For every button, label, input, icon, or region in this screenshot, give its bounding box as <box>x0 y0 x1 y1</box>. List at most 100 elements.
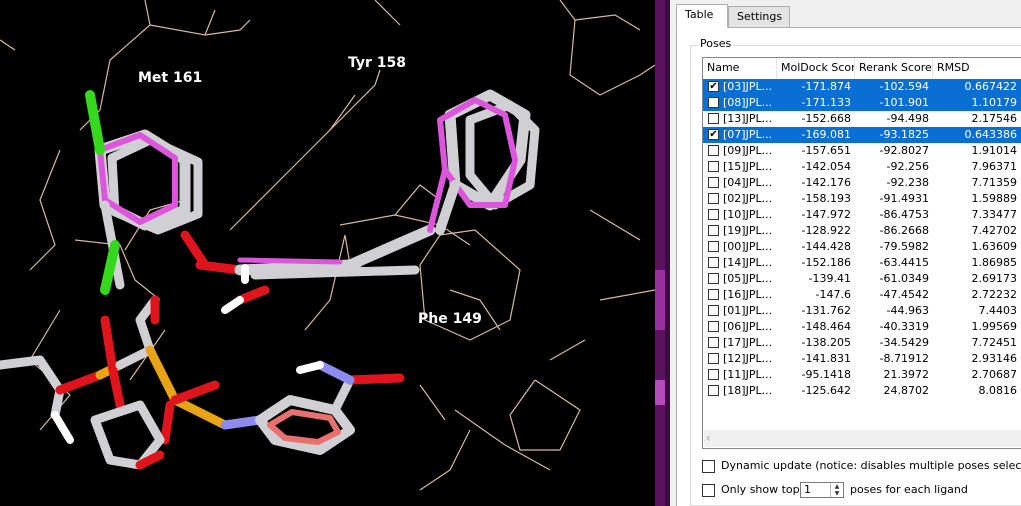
tab-settings[interactable]: Settings <box>728 6 790 28</box>
table-row[interactable]: [19]JPL... -128.922 -86.2668 7.42702 <box>703 223 1021 239</box>
rerank-score: -101.901 <box>879 96 929 109</box>
pose-name: [10]JPL... <box>723 208 773 221</box>
table-row[interactable]: [01]JPL... -131.762 -44.963 7.4403 <box>703 303 1021 319</box>
row-checkbox[interactable]: ✔ <box>708 81 719 92</box>
pose-name: [14]JPL... <box>723 256 773 269</box>
moldock-score: -128.922 <box>801 224 851 237</box>
table-row[interactable]: [13]JPL... -152.668 -94.498 2.17546 <box>703 111 1021 127</box>
row-checkbox[interactable] <box>708 177 719 188</box>
splitter[interactable] <box>655 0 670 506</box>
table-row[interactable]: [05]JPL... -139.41 -61.0349 2.69173 <box>703 271 1021 287</box>
top-count-value[interactable]: 1 <box>804 483 811 497</box>
cofactor <box>0 295 405 470</box>
poses-suffix-label: poses for each ligand <box>850 483 968 496</box>
row-checkbox[interactable] <box>708 241 719 252</box>
only-show-top-option[interactable]: Only show top <box>702 482 800 498</box>
table-row[interactable]: [16]JPL... -147.6 -47.4542 2.72232 <box>703 287 1021 303</box>
row-checkbox[interactable] <box>708 289 719 300</box>
pose-name: [12]JPL... <box>723 352 773 365</box>
row-checkbox[interactable] <box>708 225 719 236</box>
rerank-score: -44.963 <box>886 304 929 317</box>
ligand-linker <box>195 224 436 314</box>
moldock-score: -142.176 <box>801 176 851 189</box>
row-checkbox[interactable] <box>708 97 719 108</box>
table-row[interactable]: [12]JPL... -141.831 -8.71912 2.93146 <box>703 351 1021 367</box>
table-row[interactable]: [14]JPL... -152.186 -63.4415 1.86985 <box>703 255 1021 271</box>
rerank-score: -91.4931 <box>879 192 929 205</box>
table-row[interactable]: [02]JPL... -158.193 -91.4931 1.59889 <box>703 191 1021 207</box>
residue-label-phe149: Phe 149 <box>418 311 482 327</box>
splitter-graphic <box>655 0 670 506</box>
row-checkbox[interactable] <box>708 385 719 396</box>
row-checkbox[interactable] <box>708 257 719 268</box>
tab-table[interactable]: Table <box>676 4 728 28</box>
rerank-score: -86.2668 <box>879 224 929 237</box>
horizontal-scrollbar[interactable]: ‹ <box>704 430 1021 447</box>
rerank-score: -63.4415 <box>879 256 929 269</box>
rmsd-value: 2.70687 <box>971 368 1018 381</box>
dynamic-update-checkbox[interactable] <box>702 459 715 473</box>
rmsd-value: 1.59889 <box>971 192 1018 205</box>
rmsd-value: 1.86985 <box>971 256 1018 269</box>
rmsd-value: 7.4403 <box>978 304 1018 317</box>
scroll-left-icon[interactable]: ‹ <box>706 430 718 447</box>
row-checkbox[interactable] <box>708 353 719 364</box>
table-row[interactable]: [00]JPL... -144.428 -79.5982 1.63609 <box>703 239 1021 255</box>
rerank-score: -92.238 <box>886 176 929 189</box>
residue-label-met161: Met 161 <box>138 70 203 86</box>
row-checkbox[interactable] <box>708 273 719 284</box>
row-checkbox[interactable] <box>708 305 719 316</box>
table-row[interactable]: [17]JPL... -138.205 -34.5429 7.72451 <box>703 335 1021 351</box>
table-row[interactable]: [08]JPL... -171.133 -101.901 1.10179 <box>703 95 1021 111</box>
row-checkbox[interactable] <box>708 321 719 332</box>
pose-name: [15]JPL... <box>723 160 773 173</box>
moldock-score: -147.6 <box>815 288 851 301</box>
column-header-rmsd[interactable]: RMSD <box>933 58 1021 78</box>
row-checkbox[interactable] <box>708 113 719 124</box>
column-header-name[interactable]: Name <box>703 58 777 78</box>
top-count-stepper[interactable]: 1 ▲ ▼ <box>800 482 844 498</box>
column-header-moldock-score[interactable]: MolDock Score <box>777 58 855 78</box>
pose-name: [01]JPL... <box>723 304 773 317</box>
rmsd-value: 0.667422 <box>964 80 1018 93</box>
moldock-score: -144.428 <box>801 240 851 253</box>
moldock-score: -147.972 <box>801 208 851 221</box>
molecule-scene[interactable] <box>0 0 655 506</box>
table-row[interactable]: ✔ [07]JPL... -169.081 -93.1825 0.643386 <box>703 127 1021 143</box>
rmsd-value: 1.63609 <box>971 240 1018 253</box>
dynamic-update-option[interactable]: Dynamic update (notice: disables multipl… <box>702 458 1021 474</box>
pose-name: [13]JPL... <box>723 112 773 125</box>
poses-list[interactable]: Name MolDock Score Rerank Score RMSD ✔ [0… <box>702 57 1021 449</box>
pose-name: [16]JPL... <box>723 288 773 301</box>
table-row[interactable]: [18]JPL... -125.642 24.8702 8.0816 <box>703 383 1021 399</box>
moldock-score: -131.762 <box>801 304 851 317</box>
table-row[interactable]: [04]JPL... -142.176 -92.238 7.71359 <box>703 175 1021 191</box>
row-checkbox[interactable] <box>708 145 719 156</box>
molecule-viewer[interactable]: Met 161 Tyr 158 Phe 149 <box>0 0 655 506</box>
rerank-score: -34.5429 <box>879 336 929 349</box>
only-show-top-checkbox[interactable] <box>702 483 715 497</box>
moldock-score: -139.41 <box>808 272 851 285</box>
moldock-score: -157.651 <box>801 144 851 157</box>
table-row[interactable]: ✔ [03]JPL... -171.874 -102.594 0.667422 <box>703 79 1021 95</box>
table-row[interactable]: [06]JPL... -148.464 -40.3319 1.99569 <box>703 319 1021 335</box>
table-row[interactable]: [11]JPL... -95.1418 21.3972 2.70687 <box>703 367 1021 383</box>
table-row[interactable]: [09]JPL... -157.651 -92.8027 1.91014 <box>703 143 1021 159</box>
pose-name: [17]JPL... <box>723 336 773 349</box>
poses-group-title: Poses <box>698 37 734 50</box>
pose-name: [11]JPL... <box>723 368 773 381</box>
table-row[interactable]: [15]JPL... -142.054 -92.256 7.96371 <box>703 159 1021 175</box>
row-checkbox[interactable] <box>708 337 719 348</box>
biphenyl-ring <box>427 89 540 235</box>
rerank-score: -92.256 <box>886 160 929 173</box>
dynamic-update-label: Dynamic update (notice: disables multipl… <box>721 459 1021 472</box>
stepper-arrows-icon[interactable]: ▲ ▼ <box>830 483 843 497</box>
row-checkbox[interactable] <box>708 209 719 220</box>
row-checkbox[interactable] <box>708 161 719 172</box>
rmsd-value: 7.96371 <box>971 160 1018 173</box>
row-checkbox[interactable] <box>708 193 719 204</box>
table-row[interactable]: [10]JPL... -147.972 -86.4753 7.33477 <box>703 207 1021 223</box>
row-checkbox[interactable] <box>708 369 719 380</box>
column-header-rerank-score[interactable]: Rerank Score <box>855 58 933 78</box>
row-checkbox[interactable]: ✔ <box>708 129 719 140</box>
